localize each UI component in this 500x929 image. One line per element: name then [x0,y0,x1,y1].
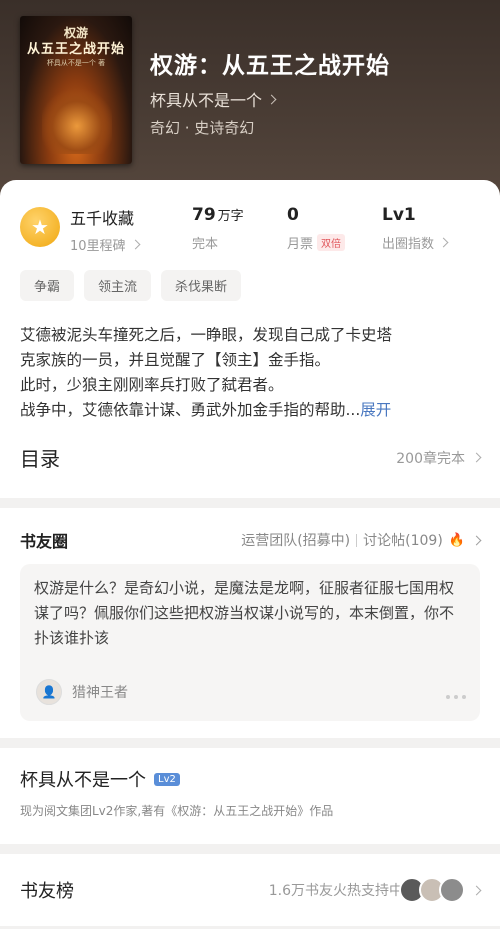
chevron-right-icon [471,535,482,545]
reader-circle-card: 书友圈 运营团队(招募中) 讨论帖(109) 🔥 权游是什么？是奇幻小说，是魔法… [0,508,500,738]
word-count-value: 79 [192,205,216,225]
chevron-right-icon [471,885,482,895]
pager-dots [446,695,466,699]
posts-count-link[interactable]: 讨论帖(109) [363,530,443,550]
cover-illustration [42,84,112,154]
post-username[interactable]: 猎神王者 [72,682,128,702]
author-card-name: 杯具从不是一个 [20,770,146,791]
divider [0,498,500,508]
tag-list: 争霸 领主流 杀伐果断 [20,270,480,301]
milestone-title: 五千收藏 [70,209,135,228]
book-genres: 奇幻 · 史诗奇幻 [150,119,255,137]
double-badge: 双倍 [317,234,346,251]
flame-icon: 🔥 [448,532,465,548]
rank-title: 书友榜 [20,881,74,902]
level-label: 出圈指数 [382,237,435,252]
ops-team-link[interactable]: 运营团队(招募中) [241,530,350,550]
milestone-sub-row: 10里程碑 [70,235,140,254]
post-text: 权游是什么？是奇幻小说，是魔法是龙啊，征服者征服七国用权谋了吗？佩服你们这些把权… [34,579,455,647]
toc-row[interactable]: 目录 200章完本 [20,443,482,472]
book-cover[interactable]: 权游 从五王之战开始 杯具从不是一个 著 [20,16,132,164]
word-count-stat: 79 万字 完本 [192,205,287,252]
cover-title: 从五王之战开始 [26,42,125,57]
expand-link[interactable]: 展开 [360,401,391,419]
tag-item[interactable]: 领主流 [84,270,152,301]
tag-item[interactable]: 杀伐果断 [161,270,242,301]
divider [0,738,500,748]
cover-author: 杯具从不是一个 著 [46,59,106,67]
stats-row: ★ 五千收藏 10里程碑 79 万字 完本 0 月票 双倍 Lv1 出圈指数 [20,180,480,265]
word-count-unit: 万字 [217,209,244,224]
chevron-right-icon [130,239,140,250]
toc-title: 目录 [20,447,60,471]
circle-post[interactable]: 权游是什么？是奇幻小说，是魔法是龙啊，征服者征服七国用权谋了吗？佩服你们这些把权… [20,564,480,721]
book-description[interactable]: 艾德被泥头车撞死之后，一睁眼，发现自己成了卡史塔 克家族的一员，并且觉醒了【领主… [20,323,480,423]
description-line: 艾德被泥头车撞死之后，一睁眼，发现自己成了卡史塔 [20,326,393,344]
chevron-right-icon [266,94,277,104]
milestone-sub: 10里程碑 [70,239,126,254]
circle-title[interactable]: 书友圈 [20,528,68,552]
separator [356,533,358,547]
ticket-value: 0 [287,205,299,225]
author-link[interactable]: 杯具从不是一个 [150,87,277,111]
author-level-badge: Lv2 [154,772,180,786]
description-line: 战争中，艾德依靠计谋、勇武外加金手指的帮助... [20,401,361,419]
book-info-card: ★ 五千收藏 10里程碑 79 万字 完本 0 月票 双倍 Lv1 出圈指数 争… [0,180,500,498]
avatar [439,877,465,903]
description-line: 此时，少狼主刚刚率兵打败了弑君者。 [20,376,284,394]
author-card[interactable]: 杯具从不是一个 Lv2 现为阅文集团Lv2作家,著有《权游：从五王之战开始》作品 [0,748,500,844]
level-value: Lv1 [382,205,416,225]
tag-item[interactable]: 争霸 [20,270,75,301]
divider [0,844,500,854]
author-name: 杯具从不是一个 [150,91,263,110]
fan-avatars [399,877,465,903]
word-count-label: 完本 [192,237,219,252]
monthly-ticket-stat[interactable]: 0 月票 双倍 [287,205,382,252]
chevron-right-icon [471,452,482,463]
author-intro: 现为阅文集团Lv2作家,著有《权游：从五王之战开始》作品 [20,804,334,818]
description-line: 克家族的一员，并且觉醒了【领主】金手指。 [20,351,331,369]
ticket-label: 月票 [287,237,314,252]
description-last-row: 战争中，艾德依靠计谋、勇武外加金手指的帮助...展开 [20,398,480,423]
avatar[interactable]: 👤 [36,679,62,705]
book-header: 权游 从五王之战开始 杯具从不是一个 著 权游：从五王之战开始 杯具从不是一个 … [0,0,500,200]
toc-info: 200章完本 [396,450,465,467]
milestone-stat[interactable]: ★ 五千收藏 10里程碑 [20,205,192,254]
chevron-right-icon [438,237,449,248]
level-stat[interactable]: Lv1 出圈指数 [382,205,477,252]
fan-ranking-row[interactable]: 书友榜 1.6万书友火热支持中 [0,854,500,926]
rank-info: 1.6万书友火热支持中 [268,883,403,899]
medal-star-icon: ★ [20,207,60,247]
book-title: 权游：从五王之战开始 [150,52,390,79]
